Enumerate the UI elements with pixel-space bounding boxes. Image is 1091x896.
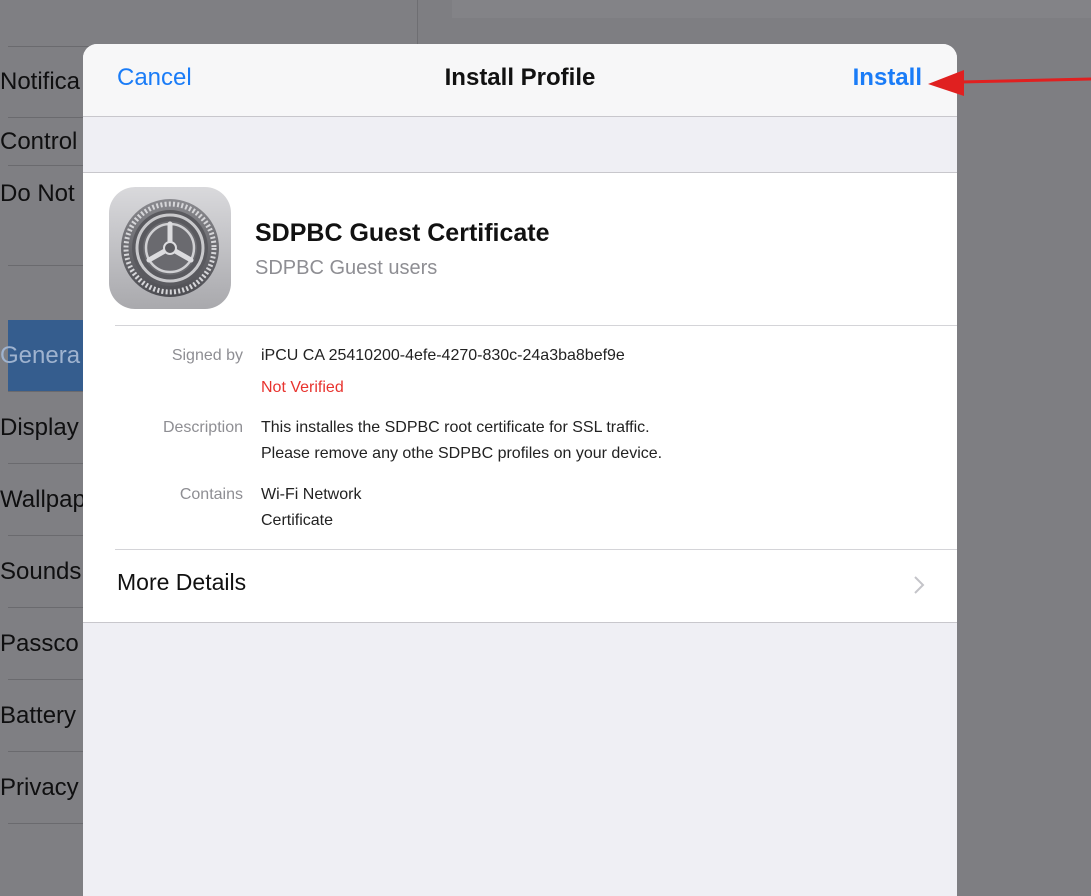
contains-label: Contains xyxy=(179,486,243,503)
settings-gear-icon xyxy=(109,187,231,309)
detail-pane-header xyxy=(452,0,1091,18)
divider xyxy=(115,325,957,326)
install-button[interactable]: Install xyxy=(853,64,922,92)
verification-status: Not Verified xyxy=(261,379,344,396)
annotation-arrow-icon xyxy=(928,70,1091,96)
sidebar-item-label: Do Not xyxy=(0,180,75,207)
profile-subtitle: SDPBC Guest users xyxy=(255,257,438,279)
chevron-right-icon xyxy=(914,576,925,594)
profile-name: SDPBC Guest Certificate xyxy=(255,219,550,247)
contains-item-certificate: Certificate xyxy=(261,512,334,529)
sheet-title: Install Profile xyxy=(444,64,596,91)
profile-card: SDPBC Guest Certificate SDPBC Guest user… xyxy=(83,172,957,623)
sidebar-header xyxy=(8,0,417,47)
description-line-2: Please remove any othe SDPBC profiles on… xyxy=(261,445,663,462)
divider xyxy=(115,549,957,550)
description-line-1: This installes the SDPBC root certificat… xyxy=(261,419,650,436)
signed-by-label: Signed by xyxy=(171,347,243,364)
contains-item-wifi-network: Wi-Fi Network xyxy=(261,486,362,503)
signed-by-value: iPCU CA 25410200-4efe-4270-830c-24a3ba8b… xyxy=(261,347,625,364)
description-label: Description xyxy=(162,419,243,436)
more-details-row[interactable]: More Details xyxy=(117,569,246,596)
install-profile-sheet: Cancel Install Profile Install SDPBC Gue… xyxy=(83,44,957,896)
navigation-bar: Cancel Install Profile Install xyxy=(83,44,957,117)
